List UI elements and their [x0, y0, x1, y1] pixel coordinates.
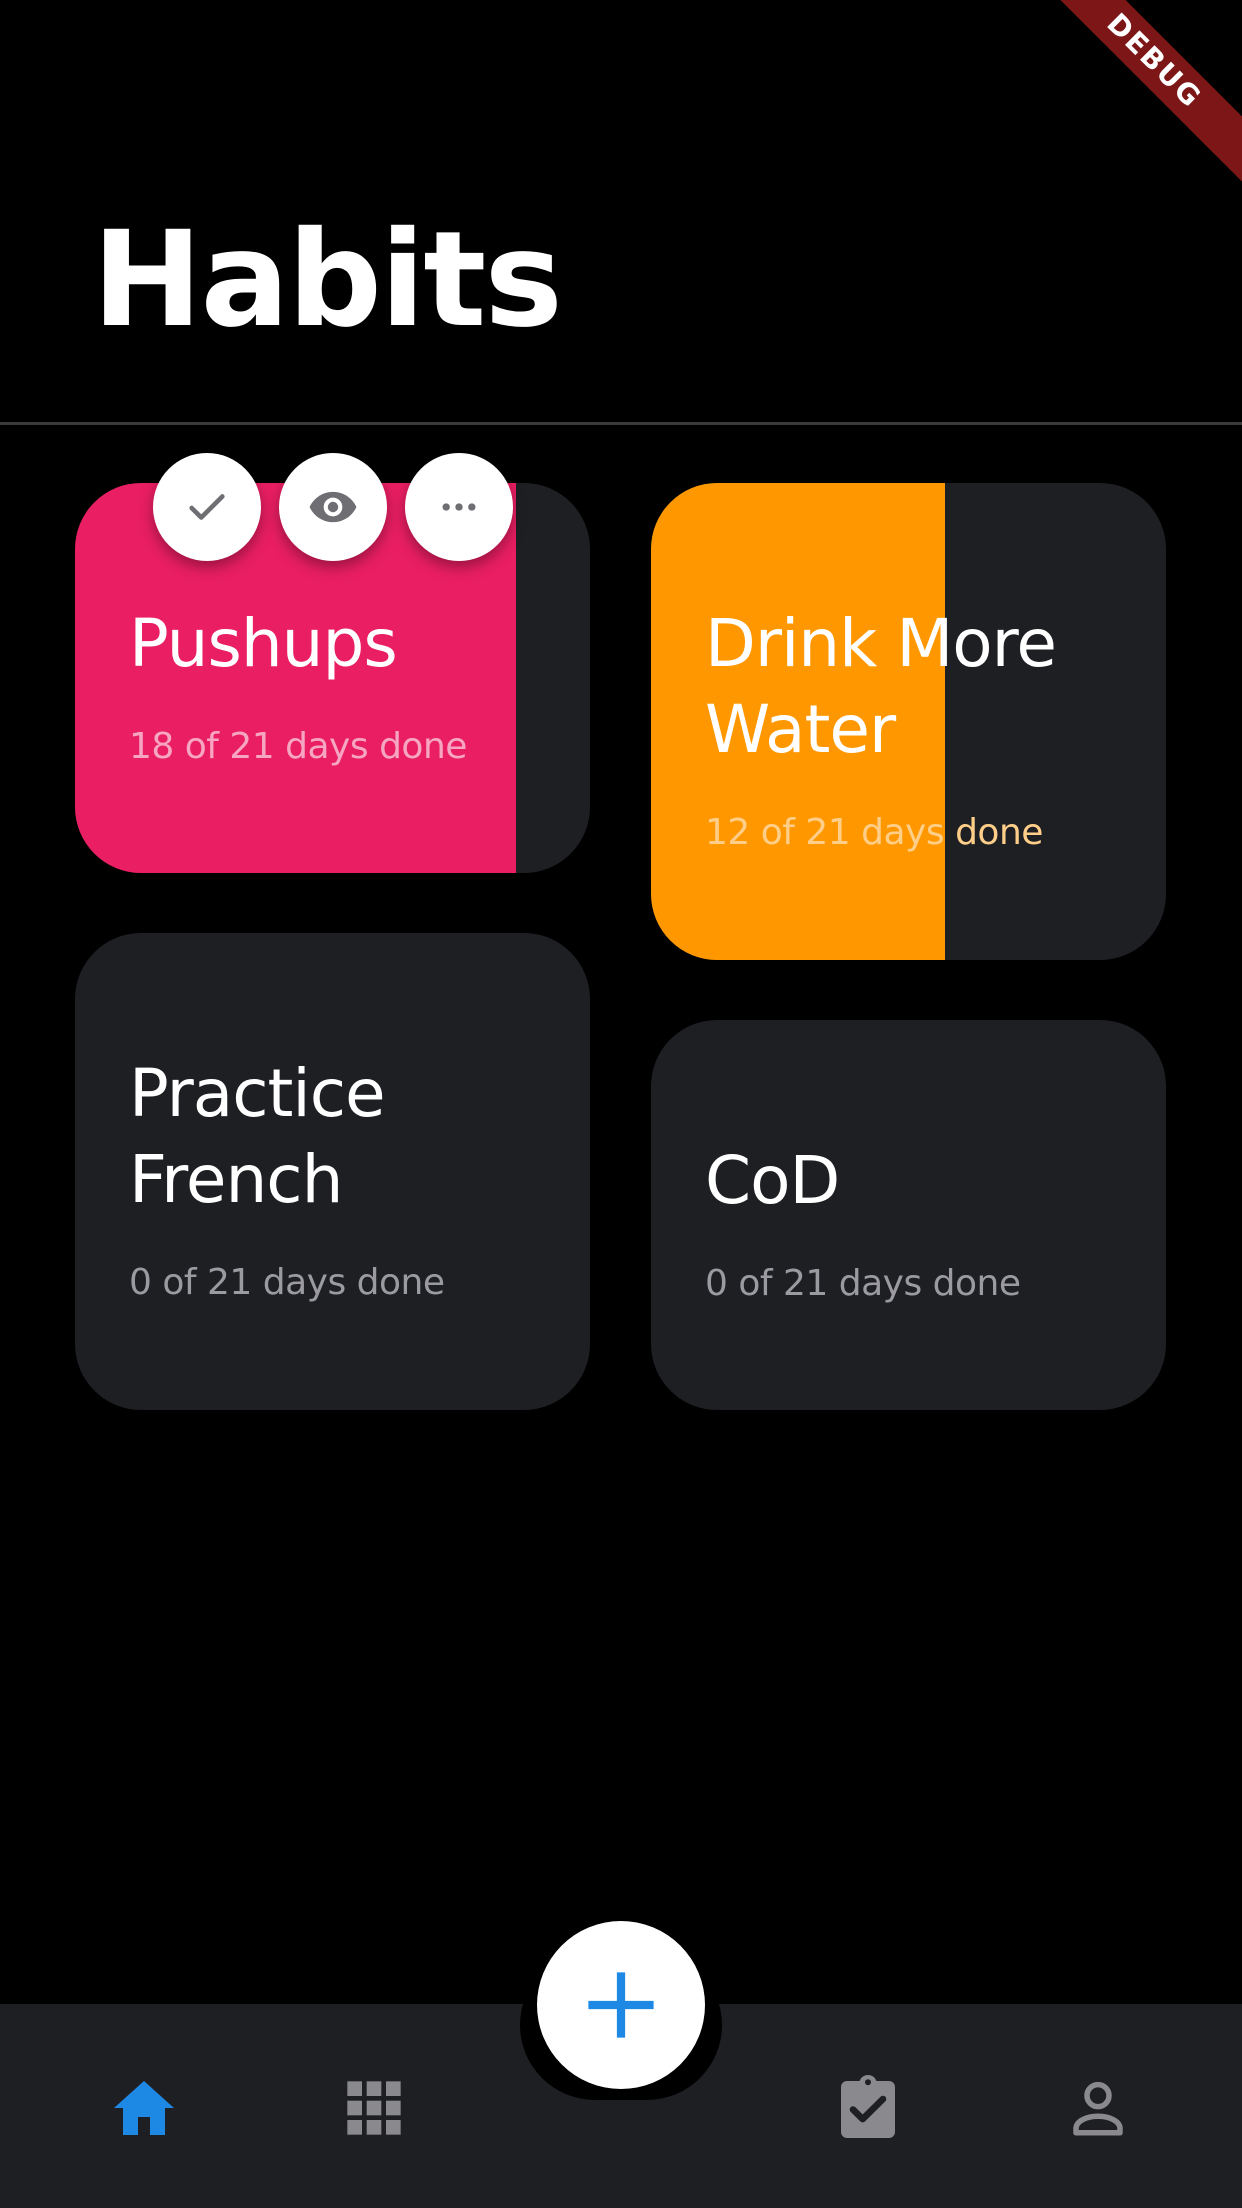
habit-card-content: Drink More Water 12 of 21 days done: [705, 601, 1136, 855]
habit-card-content: Practice French 0 of 21 days done: [129, 1051, 560, 1305]
page-title: Habits: [92, 203, 563, 357]
habit-card-content: CoD 0 of 21 days done: [705, 1138, 1136, 1306]
home-icon: [114, 2081, 174, 2135]
more-horizontal-icon: [442, 503, 476, 511]
habit-progress-text: 0 of 21 days done: [705, 1263, 1021, 1304]
habit-title: Pushups: [129, 605, 398, 682]
nav-grid[interactable]: [334, 2070, 414, 2146]
habit-progress-text: 12 of 21 days done: [705, 812, 1043, 853]
habit-title: Drink More Water: [705, 605, 1057, 768]
habit-title: Practice French: [129, 1055, 386, 1218]
habit-progress-text: 18 of 21 days done: [129, 726, 467, 767]
view-habit-button[interactable]: [279, 453, 387, 561]
more-options-button[interactable]: [405, 453, 513, 561]
debug-banner: DEBUG: [1031, 0, 1242, 184]
person-icon: [1073, 2081, 1123, 2136]
nav-profile[interactable]: [1058, 2070, 1138, 2146]
check-icon: [189, 494, 225, 520]
grid-icon: [347, 2081, 401, 2135]
nav-tasks[interactable]: [828, 2070, 908, 2146]
header-divider: [0, 422, 1242, 425]
habits-screen: DEBUG Habits Pushups 18 of 21 days done …: [0, 0, 1242, 2208]
habit-card-cod[interactable]: CoD 0 of 21 days done: [651, 1020, 1166, 1410]
habit-progress-text: 0 of 21 days done: [129, 1262, 445, 1303]
plus-icon: [588, 1972, 654, 2038]
habit-card-content: Pushups 18 of 21 days done: [129, 601, 560, 769]
eye-icon: [309, 491, 357, 523]
habit-card-drink-more-water[interactable]: Drink More Water 12 of 21 days done: [651, 483, 1166, 960]
nav-home[interactable]: [104, 2070, 184, 2146]
habit-card-practice-french[interactable]: Practice French 0 of 21 days done: [75, 933, 590, 1410]
habit-title: CoD: [705, 1142, 840, 1219]
clipboard-check-icon: [841, 2075, 895, 2138]
mark-done-button[interactable]: [153, 453, 261, 561]
add-habit-button[interactable]: [537, 1921, 705, 2089]
